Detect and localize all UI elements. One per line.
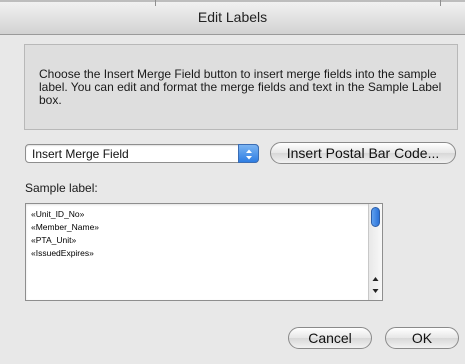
insert-merge-field-value: Insert Merge Field [32,147,129,161]
instructions-box: Choose the Insert Merge Field button to … [24,44,458,130]
window-title: Edit Labels [197,9,268,25]
ok-button[interactable]: OK [385,327,459,349]
select-arrows-icon[interactable] [238,144,259,163]
sample-label-line: «IssuedExpires» [31,248,94,258]
sample-label-textarea[interactable]: «Unit_ID_No» «Member_Name» «PTA_Unit» «I… [25,203,383,301]
edit-labels-window: Edit Labels Choose the Insert Merge Fiel… [0,0,465,364]
title-bar-tick [155,0,156,6]
scroll-down-arrow-icon[interactable] [372,288,379,294]
vertical-scrollbar[interactable] [368,204,382,300]
title-bar-top-edge [0,0,465,2]
sample-label-lines: «Unit_ID_No» «Member_Name» «PTA_Unit» «I… [31,208,99,260]
insert-merge-field-select[interactable]: Insert Merge Field [25,144,259,163]
sample-label-line: «PTA_Unit» [31,235,77,245]
instructions-text: Choose the Insert Merge Field button to … [39,67,442,107]
title-bar-tick [440,0,441,6]
insert-postal-bar-code-button[interactable]: Insert Postal Bar Code... [270,142,456,164]
title-bar[interactable]: Edit Labels [0,0,465,35]
sample-label-heading: Sample label: [25,181,98,195]
scroll-up-arrow-icon[interactable] [372,276,379,282]
sample-label-line: «Unit_ID_No» [31,209,85,219]
sample-label-line: «Member_Name» [31,222,100,232]
cancel-button[interactable]: Cancel [288,327,372,349]
scrollbar-thumb[interactable] [371,207,380,227]
